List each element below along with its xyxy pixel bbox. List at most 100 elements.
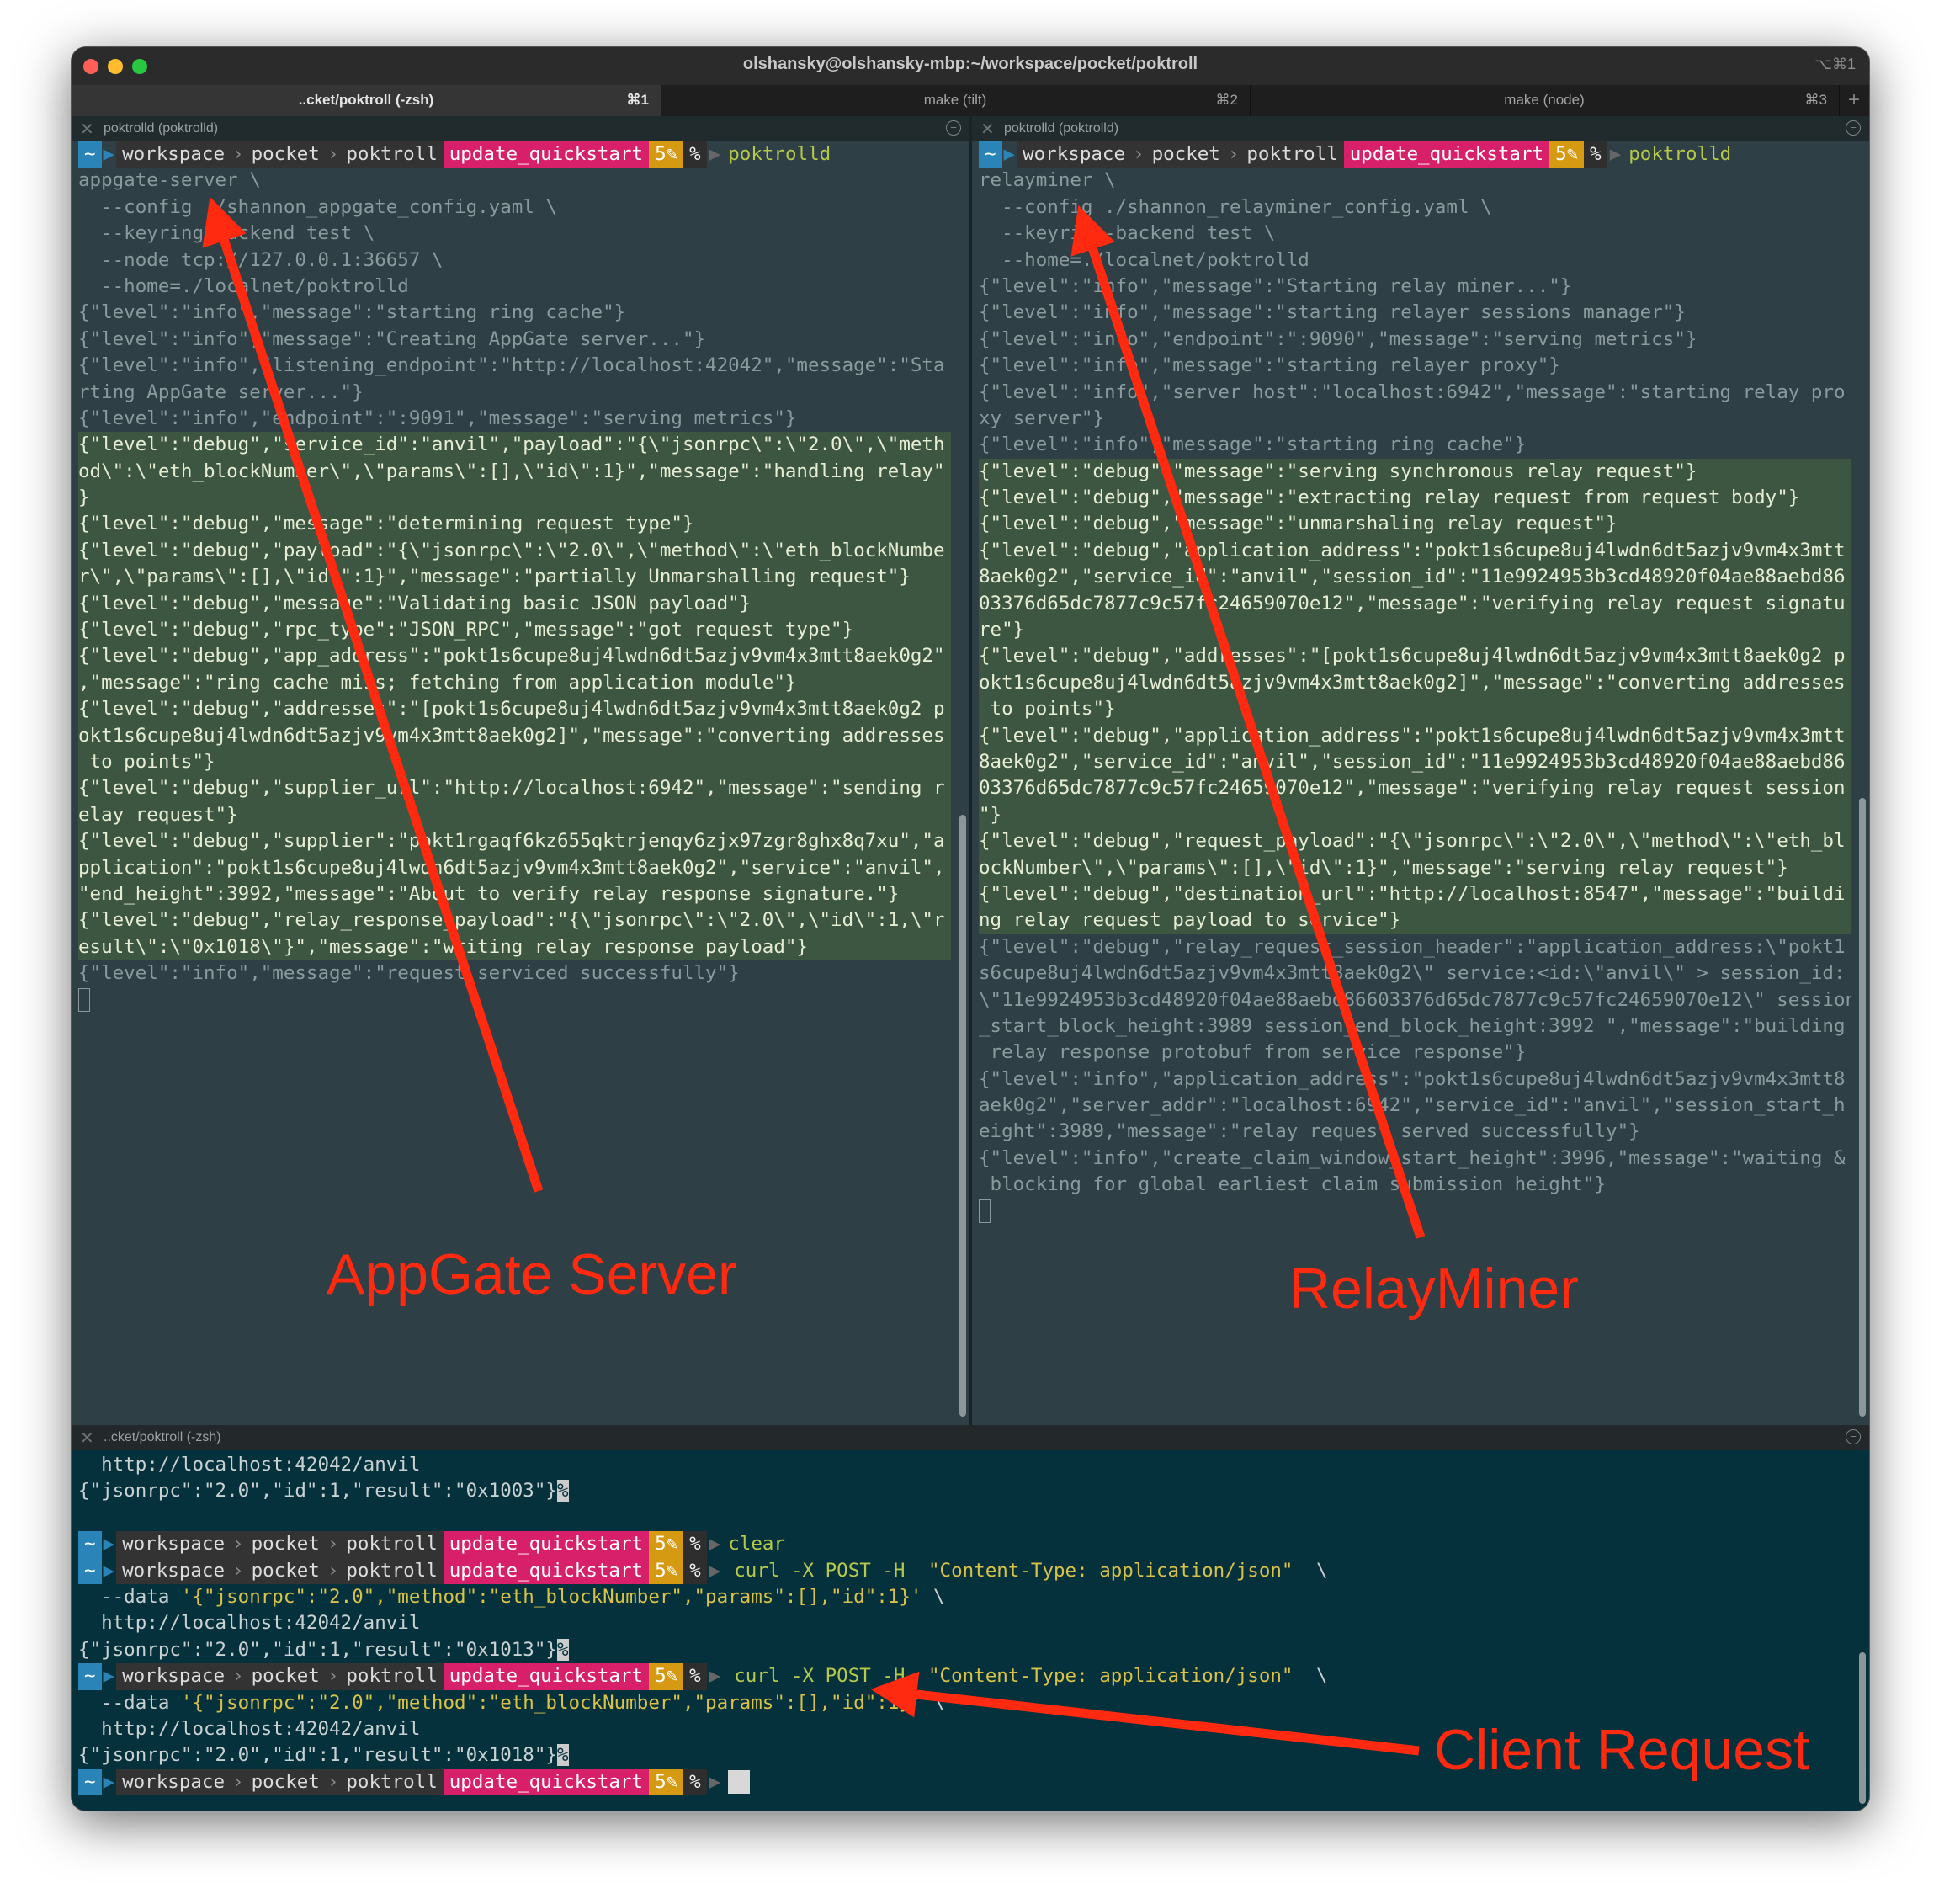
log-line: 8aek0g2","service_id":"anvil","session_i… xyxy=(979,748,1851,776)
log-line: appgate-server \ xyxy=(78,169,261,192)
tab-make-node[interactable]: make (node) ⌘3 xyxy=(1250,85,1840,116)
shell-prompt: ~ ▶ workspace › pocket › poktroll update_qu… xyxy=(78,141,951,168)
json-result: {"jsonrpc":"2.0","id":1,"result":"0x1013… xyxy=(78,1638,557,1661)
pane-output: ~ ▶ workspace › pocket › poktroll update_qu… xyxy=(979,141,1851,1425)
log-line: {"level":"info","message":"Creating AppG… xyxy=(78,327,706,350)
title-bar: olshansky@olshansky-mbp:~/workspace/pock… xyxy=(72,47,1869,85)
prompt-dir: poktroll xyxy=(340,1531,444,1558)
log-line: --home=./localnet/poktrolld xyxy=(979,248,1309,271)
log-line: {"level":"info","message":"starting ring… xyxy=(78,301,626,324)
pane-header: ✕ poktrolld (poktrolld) − xyxy=(972,116,1869,141)
log-line: r\",\"params\":[],\"id\":1}","message":"… xyxy=(78,564,951,591)
log-line: {"level":"debug","addresses":"[pokt1s6cu… xyxy=(78,696,951,723)
log-line: {"level":"debug","addresses":"[pokt1s6cu… xyxy=(979,643,1851,670)
git-branch: update_quickstart xyxy=(443,1663,650,1690)
log-line: eight":3989,"message":"relay request ser… xyxy=(979,1120,1640,1143)
git-changes: 5✎ xyxy=(649,1531,684,1558)
log-line: to points"} xyxy=(979,696,1851,723)
header-string: "Content-Type: application/json" xyxy=(928,1559,1294,1582)
home-segment: ~ xyxy=(979,141,1002,168)
git-changes: 5✎ xyxy=(1549,141,1585,168)
log-line: "} xyxy=(979,801,1851,829)
log-line: {"level":"info","server host":"localhost… xyxy=(979,380,1846,403)
prompt-symbol: % xyxy=(683,1531,707,1558)
prompt-dir: poktroll xyxy=(340,1768,444,1796)
log-line: {"level":"debug","message":"serving sync… xyxy=(979,458,1851,486)
log-line: {"level":"info","message":"Starting rela… xyxy=(979,274,1572,297)
eol-marker: % xyxy=(556,1480,569,1502)
log-line: elay request"} xyxy=(78,801,951,829)
prompt-symbol: % xyxy=(683,1663,707,1690)
log-line: --keyring-backend test \ xyxy=(78,222,375,245)
log-line: "end_height":3992,"message":"About to ve… xyxy=(78,880,951,908)
home-segment: ~ xyxy=(78,1663,102,1690)
home-segment: ~ xyxy=(78,141,102,168)
pane-menu-icon[interactable]: − xyxy=(1846,120,1861,136)
output-line: http://localhost:42042/anvil xyxy=(78,1454,421,1476)
log-line: {"level":"info","message":"starting rela… xyxy=(979,301,1686,324)
new-tab-button[interactable]: + xyxy=(1839,85,1869,116)
log-line: {"level":"debug","application_address":"… xyxy=(979,722,1851,749)
log-line: {"level":"debug","destination_url":"http… xyxy=(979,880,1851,908)
scrollbar[interactable] xyxy=(1859,1652,1866,1804)
log-line: --node tcp://127.0.0.1:36657 \ xyxy=(78,248,444,271)
log-line: okt1s6cupe8uj4lwdn6dt5azjv9vm4x3mtt8aek0… xyxy=(78,722,951,749)
output-line: {"jsonrpc":"2.0","id":1,"result":"0x1013… xyxy=(78,1637,1851,1663)
eol-marker: % xyxy=(556,1638,569,1661)
log-line: {"level":"info","application_address":"p… xyxy=(979,1067,1846,1090)
log-line: {"level":"debug","supplier":"pokt1rgaqf6… xyxy=(78,828,951,855)
log-line: xy server"} xyxy=(979,407,1105,429)
log-line: {"level":"debug","message":"unmarshaling… xyxy=(979,511,1851,538)
relayminer-label: RelayMiner xyxy=(1289,1257,1579,1321)
output-line: --data '{"jsonrpc":"2.0","method":"eth_b… xyxy=(78,1690,1851,1716)
prompt-dir: workspace xyxy=(116,141,231,168)
scrollbar[interactable] xyxy=(1859,798,1866,1417)
prompt-dir: pocket xyxy=(245,1663,326,1690)
tab-label: make (node) xyxy=(1504,92,1585,108)
log-line: {"level":"debug","app_address":"pokt1s6c… xyxy=(78,643,951,670)
close-pane-icon[interactable]: ✕ xyxy=(80,1428,94,1449)
git-branch: update_quickstart xyxy=(443,1531,650,1558)
log-line: {"level":"debug","supplier_url":"http://… xyxy=(78,775,951,802)
tab-make-tilt[interactable]: make (tilt) ⌘2 xyxy=(661,85,1251,116)
pane-menu-icon[interactable]: − xyxy=(946,120,961,136)
curl-command: curl -X POST -H xyxy=(734,1665,916,1688)
tab-shortcut: ⌘2 xyxy=(1215,92,1238,108)
tab-shortcut: ⌘3 xyxy=(1804,92,1827,108)
data-payload: '{"jsonrpc":"2.0","method":"eth_blockNum… xyxy=(180,1585,922,1608)
close-pane-icon[interactable]: ✕ xyxy=(980,119,995,140)
log-line: --home=./localnet/poktrolld xyxy=(78,274,409,297)
log-line: 8aek0g2","service_id":"anvil","session_i… xyxy=(979,564,1851,591)
shell-prompt: ~ ▶ workspace › pocket › poktroll update_qu… xyxy=(78,1663,1851,1690)
window-title: olshansky@olshansky-mbp:~/workspace/pock… xyxy=(742,55,1198,73)
prompt-dir: workspace xyxy=(116,1557,231,1584)
scrollbar[interactable] xyxy=(959,815,966,1417)
relayminer-pane[interactable]: ✕ poktrolld (poktrolld) − ~ ▶ workspace › … xyxy=(972,116,1869,1425)
header-string: "Content-Type: application/json" xyxy=(928,1665,1294,1688)
prompt-dir: poktroll xyxy=(340,1663,444,1690)
prompt-dir: poktroll xyxy=(340,141,444,168)
log-line: {"level":"info","message":"request servi… xyxy=(78,962,740,985)
log-line: _start_block_height:3989 session_end_blo… xyxy=(979,1014,1846,1037)
prompt-dir: pocket xyxy=(245,141,326,168)
appgate-pane[interactable]: ✕ poktrolld (poktrolld) − ~ ▶ workspace › … xyxy=(72,116,970,1425)
log-line: {"level":"debug","service_id":"anvil","p… xyxy=(78,432,951,459)
log-line: {"level":"info","message":"starting ring… xyxy=(979,433,1527,456)
eol-marker: % xyxy=(556,1744,569,1767)
close-pane-icon[interactable]: ✕ xyxy=(80,119,94,140)
log-line: {"level":"debug","message":"determining … xyxy=(78,511,951,538)
terminal-window: olshansky@olshansky-mbp:~/workspace/pock… xyxy=(71,46,1870,1811)
command-text: curl -X POST -H "Content-Type: applicati… xyxy=(723,1663,1338,1689)
pane-title: poktrolld (poktrolld) xyxy=(104,121,219,136)
terminal-cursor[interactable] xyxy=(723,1769,755,1795)
line-continuation: \ xyxy=(922,1585,945,1608)
pane-menu-icon[interactable]: − xyxy=(1846,1429,1861,1444)
log-line: relayminer \ xyxy=(979,169,1116,192)
tab-zsh[interactable]: ..cket/poktroll (-zsh) ⌘1 xyxy=(72,85,661,116)
output-line: {"jsonrpc":"2.0","id":1,"result":"0x1003… xyxy=(78,1478,1851,1504)
prompt-dir: workspace xyxy=(116,1663,231,1690)
client-request-label: Client Request xyxy=(1434,1718,1810,1782)
home-segment: ~ xyxy=(78,1531,102,1558)
line-continuation: \ xyxy=(922,1691,945,1714)
